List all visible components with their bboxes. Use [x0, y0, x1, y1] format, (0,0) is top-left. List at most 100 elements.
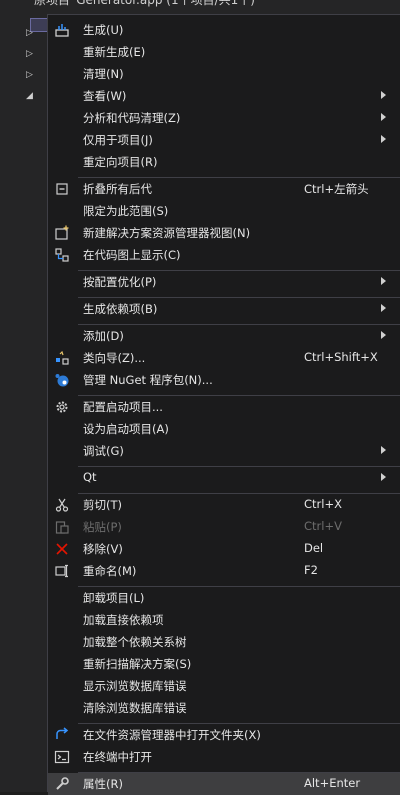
menu-item-analyze[interactable]: 分析和代码清理(Z) — [48, 107, 400, 129]
menu-item-rebuild[interactable]: 重新生成(E) — [48, 41, 400, 63]
menu-item-project-only[interactable]: 仅用于项目(J) — [48, 129, 400, 151]
wrench-icon — [56, 777, 69, 790]
expand-arrow-icon[interactable]: ▷ — [26, 49, 33, 59]
menu-item-load-direct[interactable]: 加载直接依赖项 — [48, 609, 400, 631]
new-solution-view-icon — [55, 225, 69, 240]
menu-item-build[interactable]: 生成(U) — [48, 19, 400, 41]
menu-item-qt[interactable]: Qt — [48, 467, 400, 489]
menu-item-clean[interactable]: 清理(N) — [48, 63, 400, 85]
menu-item-label: 查看(W) — [83, 89, 127, 103]
menu-item-label: 加载整个依赖关系树 — [83, 635, 187, 649]
menu-item-build-deps[interactable]: 生成依赖项(B) — [48, 298, 400, 320]
menu-item-label: 属性(R) — [83, 777, 123, 791]
menu-item-label: 重新生成(E) — [83, 45, 146, 59]
menu-item-debug[interactable]: 调试(G) — [48, 440, 400, 462]
menu-item-load-tree[interactable]: 加载整个依赖关系树 — [48, 631, 400, 653]
rename-icon — [55, 564, 68, 578]
collapse-arrow-icon[interactable]: ◢ — [26, 91, 33, 101]
menu-item-label: 在终端中打开 — [83, 750, 152, 764]
menu-item-label: 设为启动项目(A) — [83, 422, 169, 436]
submenu-arrow-icon — [381, 113, 386, 121]
menu-item-label: Qt — [83, 470, 97, 484]
menu-item-new-view[interactable]: 新建解决方案资源管理器视图(N) — [48, 222, 400, 244]
submenu-arrow-icon — [381, 331, 386, 339]
menu-item-label: 移除(V) — [83, 542, 123, 556]
gear-icon — [56, 401, 68, 413]
menu-item-shortcut: Ctrl+左箭头 — [304, 182, 369, 196]
menu-item-label: 清理(N) — [83, 67, 124, 81]
menu-item-label: 生成(U) — [83, 23, 124, 37]
open-folder-arrow-icon — [56, 727, 69, 739]
menu-item-clear-db-errors[interactable]: 清除浏览数据库错误 — [48, 697, 400, 719]
expand-arrow-icon[interactable]: ▷ — [26, 28, 33, 38]
menu-item-open-folder[interactable]: 在文件资源管理器中打开文件夹(X) — [48, 724, 400, 746]
menu-item-label: 在文件资源管理器中打开文件夹(X) — [83, 728, 261, 742]
menu-item-label: 按配置优化(P) — [83, 275, 157, 289]
menu-item-shortcut: Del — [304, 541, 324, 555]
menu-item-label: 新建解决方案资源管理器视图(N) — [83, 226, 251, 240]
solution-tree: ▷ ▷ ▷ ◢ — [0, 18, 48, 792]
class-wizard-icon — [56, 350, 69, 365]
menu-item-paste: 粘贴(P) Ctrl+V — [48, 516, 400, 538]
menu-item-label: 限定为此范围(S) — [83, 204, 169, 218]
menu-item-label: 重定向项目(R) — [83, 155, 158, 169]
menu-item-label: 折叠所有后代 — [83, 182, 152, 196]
menu-item-label: 重命名(M) — [83, 564, 137, 578]
menu-item-label: 调试(G) — [83, 444, 124, 458]
menu-item-db-errors[interactable]: 显示浏览数据库错误 — [48, 675, 400, 697]
menu-item-rename[interactable]: 重命名(M) F2 — [48, 560, 400, 582]
menu-item-label: 剪切(T) — [83, 498, 122, 512]
menu-item-label: 加载直接依赖项 — [83, 613, 164, 627]
menu-item-unload[interactable]: 卸载项目(L) — [48, 587, 400, 609]
solution-title: 原项目“Generator.app (1个项目/共1个) — [34, 0, 255, 7]
menu-item-label: 类向导(Z)... — [83, 351, 146, 365]
menu-item-add[interactable]: 添加(D) — [48, 325, 400, 347]
menu-item-open-terminal[interactable]: 在终端中打开 — [48, 746, 400, 768]
submenu-arrow-icon — [381, 473, 386, 481]
nuget-icon — [55, 374, 69, 387]
build-icon — [55, 24, 69, 37]
menu-item-shortcut: Ctrl+Shift+X — [304, 350, 378, 364]
menu-item-label: 显示浏览数据库错误 — [83, 679, 187, 693]
paste-icon — [55, 521, 69, 534]
menu-item-startup-config[interactable]: 配置启动项目... — [48, 396, 400, 418]
menu-item-pgo[interactable]: 按配置优化(P) — [48, 271, 400, 293]
submenu-arrow-icon — [381, 91, 386, 99]
menu-item-label: 配置启动项目... — [83, 400, 163, 414]
scissors-icon — [55, 498, 69, 512]
menu-item-label: 粘贴(P) — [83, 520, 122, 534]
menu-item-rescan[interactable]: 重新扫描解决方案(S) — [48, 653, 400, 675]
menu-item-code-map[interactable]: 在代码图上显示(C) — [48, 244, 400, 266]
menu-item-view[interactable]: 查看(W) — [48, 85, 400, 107]
collapse-all-icon — [56, 183, 68, 195]
menu-item-label: 仅用于项目(J) — [83, 133, 153, 147]
menu-item-retarget[interactable]: 重定向项目(R) — [48, 151, 400, 173]
menu-item-collapse[interactable]: 折叠所有后代 Ctrl+左箭头 — [48, 178, 400, 200]
submenu-arrow-icon — [381, 135, 386, 143]
submenu-arrow-icon — [381, 304, 386, 312]
remove-x-icon — [56, 543, 68, 555]
submenu-arrow-icon — [381, 446, 386, 454]
menu-item-label: 清除浏览数据库错误 — [83, 701, 187, 715]
menu-item-nuget[interactable]: 管理 NuGet 程序包(N)... — [48, 369, 400, 391]
menu-item-label: 分析和代码清理(Z) — [83, 111, 181, 125]
menu-item-cut[interactable]: 剪切(T) Ctrl+X — [48, 494, 400, 516]
context-menu: 生成(U) 重新生成(E) 清理(N) 查看(W) 分析和代码清理(Z) 仅用于… — [47, 14, 400, 795]
menu-item-set-startup[interactable]: 设为启动项目(A) — [48, 418, 400, 440]
submenu-arrow-icon — [381, 277, 386, 285]
menu-item-shortcut: Alt+Enter — [304, 776, 361, 790]
menu-item-scope[interactable]: 限定为此范围(S) — [48, 200, 400, 222]
menu-item-class-wizard[interactable]: 类向导(Z)... Ctrl+Shift+X — [48, 347, 400, 369]
menu-item-remove[interactable]: 移除(V) Del — [48, 538, 400, 560]
menu-item-shortcut: Ctrl+V — [304, 519, 342, 533]
menu-item-label: 添加(D) — [83, 329, 124, 343]
code-map-icon — [55, 248, 69, 262]
menu-item-label: 生成依赖项(B) — [83, 302, 158, 316]
menu-item-label: 重新扫描解决方案(S) — [83, 657, 192, 671]
terminal-icon — [54, 750, 70, 764]
menu-item-shortcut: Ctrl+X — [304, 497, 342, 511]
menu-item-shortcut: F2 — [304, 563, 318, 577]
menu-item-label: 管理 NuGet 程序包(N)... — [83, 373, 213, 387]
expand-arrow-icon[interactable]: ▷ — [26, 70, 33, 80]
menu-item-label: 在代码图上显示(C) — [83, 248, 181, 262]
